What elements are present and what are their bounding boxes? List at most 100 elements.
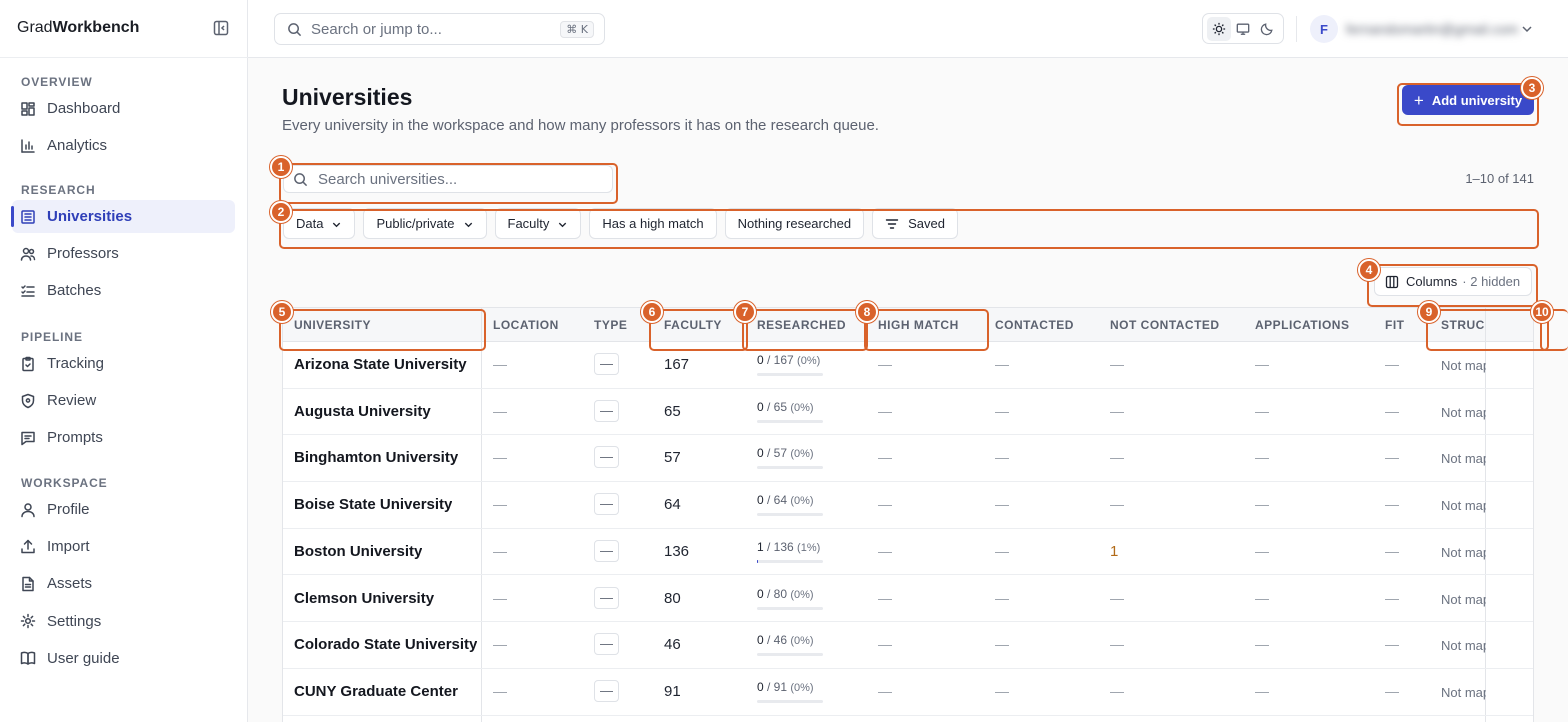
chevron-down-icon[interactable] [1520, 22, 1534, 36]
sidebar-item-review[interactable]: Review [12, 384, 235, 417]
sidebar-item-profile[interactable]: Profile [12, 493, 235, 526]
high-match-cell: — [878, 496, 892, 513]
column-header-university[interactable]: UNIVERSITY [294, 308, 371, 342]
sidebar-item-prompts[interactable]: Prompts [12, 421, 235, 454]
faculty-count: 80 [664, 589, 681, 607]
sidebar-item-label: Review [47, 392, 97, 410]
moon-icon [1260, 22, 1273, 35]
sidebar-item-universities[interactable]: Universities [11, 200, 235, 233]
sidebar-item-import[interactable]: Import [12, 530, 235, 563]
researched-cell: 1 / 136 (1%) [757, 540, 820, 554]
table-row[interactable]: CUNY Graduate Center — — 91 0 / 91 (0%) — — — — —… [283, 669, 1533, 716]
annotation-badge: 10 [1531, 301, 1553, 323]
filter-public-private[interactable]: Public/private [363, 208, 487, 239]
light-theme-button[interactable] [1207, 16, 1231, 41]
column-header-fit[interactable]: FIT [1385, 308, 1405, 342]
university-name[interactable]: Binghamton University [294, 449, 458, 466]
university-name[interactable]: Augusta University [294, 403, 431, 420]
applications-cell: — [1255, 589, 1269, 606]
researched-percent: (0%) [790, 588, 814, 601]
avatar[interactable]: F [1310, 15, 1338, 43]
brand-logo[interactable]: GradWorkbench [17, 19, 139, 37]
sidebar-item-settings[interactable]: Settings [12, 605, 235, 638]
plus-icon: + [1413, 90, 1424, 110]
filter-saved[interactable]: Saved [872, 208, 958, 239]
columns-button[interactable]: Columns · 2 hidden [1374, 267, 1532, 296]
type-cell[interactable]: — [594, 539, 619, 562]
sidebar-collapse-icon[interactable] [212, 19, 230, 37]
filter-label: Faculty [507, 216, 550, 231]
university-name[interactable]: Boise State University [294, 496, 452, 513]
high-match-cell: — [878, 402, 892, 419]
column-header-location[interactable]: LOCATION [493, 308, 559, 342]
sidebar-item-batches[interactable]: Batches [12, 274, 235, 307]
type-cell[interactable]: — [594, 493, 619, 516]
table-row[interactable]: Binghamton University — — 57 0 / 57 (0%) — — — —… [283, 435, 1533, 483]
sidebar-item-assets[interactable]: Assets [12, 567, 235, 600]
column-header-contacted[interactable]: CONTACTED [995, 308, 1074, 342]
filter-has-a-high-match[interactable]: Has a high match [589, 208, 717, 239]
applications-cell: — [1255, 356, 1269, 372]
researched-progress-bar [757, 606, 823, 610]
high-match-cell: — [878, 682, 892, 699]
add-university-button[interactable]: + Add university [1402, 85, 1534, 115]
researched-count: 0 [757, 633, 768, 648]
type-cell[interactable]: — [594, 586, 619, 609]
university-name[interactable]: Boston University [294, 543, 422, 560]
sidebar-item-user-guide[interactable]: User guide [12, 642, 235, 675]
column-header-struc[interactable]: STRUC [1441, 308, 1485, 342]
location-cell: — [493, 589, 507, 606]
type-cell[interactable]: — [594, 399, 619, 422]
global-search[interactable]: Search or jump to... ⌘ K [274, 13, 605, 45]
system-theme-button[interactable] [1231, 17, 1255, 41]
sidebar-item-tracking[interactable]: Tracking [12, 347, 235, 380]
type-cell[interactable]: — [594, 353, 619, 375]
table-row[interactable]: Arizona State University — — 167 0 / 167 (0%… [283, 342, 1533, 389]
researched-percent: (0%) [790, 401, 814, 414]
type-cell[interactable]: — [594, 633, 619, 656]
table-row[interactable]: Colorado State University — — 46 0 / 46 (0%)… [283, 622, 1533, 669]
structure-cell: Not mapped [1441, 498, 1486, 514]
sidebar-item-analytics[interactable]: Analytics [12, 129, 235, 162]
column-header-faculty[interactable]: FACULTY [664, 308, 722, 342]
not-contacted-cell: — [1110, 496, 1124, 513]
high-match-cell: — [878, 449, 892, 466]
university-search-input[interactable] [318, 170, 598, 188]
column-header-researched[interactable]: RESEARCHED [757, 308, 846, 342]
sidebar-item-label: Dashboard [47, 100, 121, 117]
filter-nothing-researched[interactable]: Nothing researched [724, 208, 865, 239]
fit-cell: — [1385, 682, 1399, 699]
university-name[interactable]: Arizona State University [294, 356, 467, 373]
column-header-type[interactable]: TYPE [594, 308, 627, 342]
university-name[interactable]: Colorado State University [294, 636, 477, 653]
researched-progress-bar [757, 559, 823, 563]
university-name[interactable]: CUNY Graduate Center [294, 683, 458, 700]
sidebar-item-dashboard[interactable]: Dashboard [12, 92, 235, 125]
structure-cell: Not mapped [1441, 684, 1486, 700]
table-row[interactable]: Augusta University — — 65 0 / 65 (0%) — — — — — No… [283, 389, 1533, 436]
account-name[interactable]: fernandomartin@gmail.com [1346, 21, 1518, 37]
dark-theme-button[interactable] [1255, 17, 1279, 41]
table-row[interactable]: Clemson University — — 80 0 / 80 (0%) — — — — — No… [283, 576, 1533, 623]
researched-total: / 91 [767, 679, 791, 694]
table-row[interactable]: Boise State University — — 64 0 / 64 (0%) — — —… [283, 482, 1533, 529]
researched-percent: (0%) [790, 635, 814, 648]
filter-faculty[interactable]: Faculty [494, 208, 582, 239]
chevron-down-icon [463, 218, 474, 229]
not-contacted-cell: — [1110, 682, 1124, 699]
filter-icon [885, 217, 899, 231]
university-search[interactable] [283, 165, 613, 193]
column-header-applications[interactable]: APPLICATIONS [1255, 308, 1349, 342]
researched-total: / 167 [767, 353, 798, 367]
university-name[interactable]: Clemson University [294, 590, 434, 607]
researched-cell: 0 / 46 (0%) [757, 633, 814, 647]
type-cell[interactable]: — [594, 446, 619, 469]
table-row[interactable]: Boston University — — 136 1 / 136 (1%) — — 1 — — N… [283, 529, 1533, 576]
researched-cell: 0 / 64 (0%) [757, 493, 814, 507]
filter-data[interactable]: Data [283, 208, 356, 239]
column-header-high-match[interactable]: HIGH MATCH [878, 308, 959, 342]
column-header-not-contacted[interactable]: NOT CONTACTED [1110, 308, 1220, 342]
fit-cell: — [1385, 449, 1399, 466]
type-cell[interactable]: — [594, 679, 619, 702]
sidebar-item-professors[interactable]: Professors [12, 237, 235, 270]
